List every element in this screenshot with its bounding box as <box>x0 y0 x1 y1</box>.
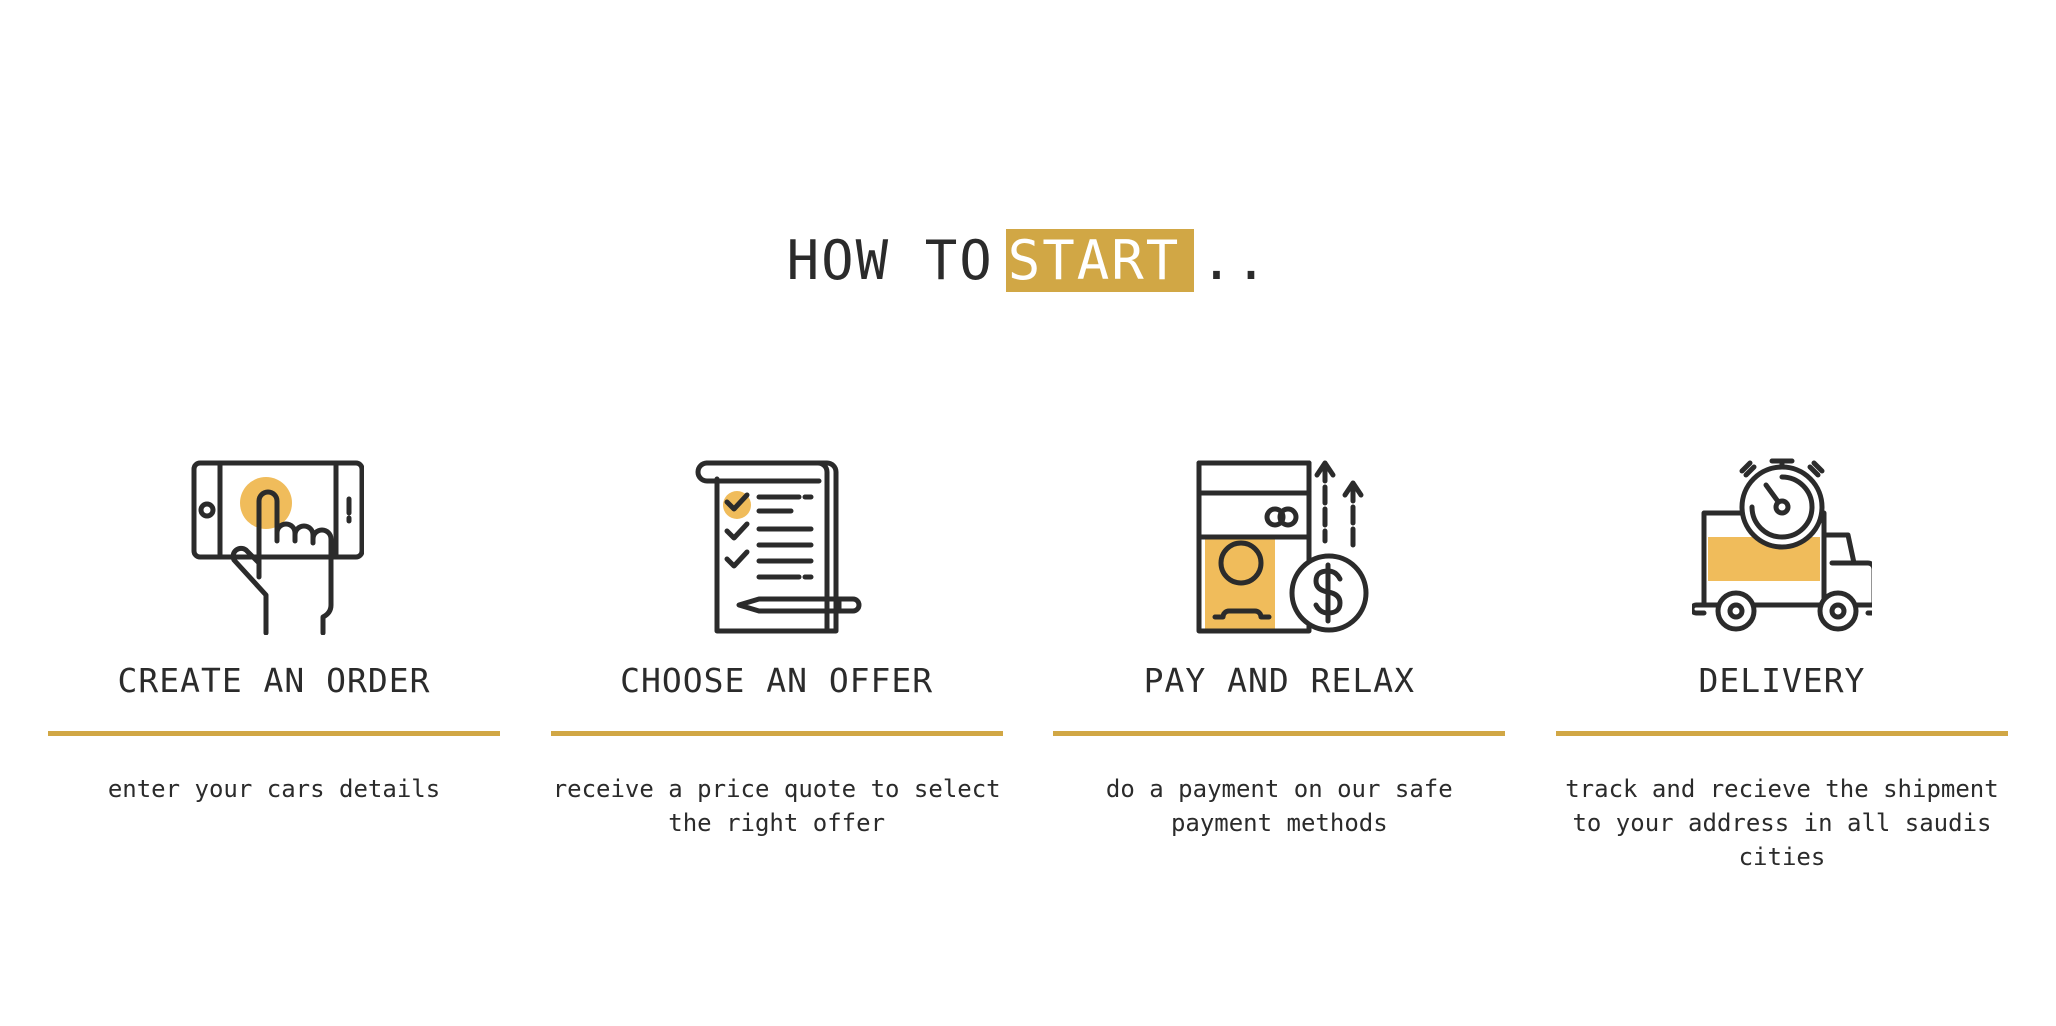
step-description: do a payment on our safe payment methods <box>1105 775 1453 837</box>
page-title: HOW TO START.. <box>0 224 2056 298</box>
step-title: PAY AND RELAX <box>1143 661 1415 700</box>
step-title: CREATE AN ORDER <box>117 661 431 700</box>
checklist-icon <box>695 460 862 634</box>
step-create-order: CREATE AN ORDER enter your cars details <box>48 455 500 874</box>
step-divider <box>1053 731 1506 736</box>
step-description: enter your cars details <box>107 775 441 803</box>
step-divider <box>1555 731 2008 736</box>
delivery-truck-icon <box>1691 458 1872 632</box>
payment-icon <box>1196 460 1369 634</box>
step-choose-offer: CHOOSE AN OFFER receive a price quote to… <box>550 455 1003 874</box>
step-divider <box>550 731 1003 736</box>
step-pay-relax: PAY AND RELAX do a payment on our safe p… <box>1053 455 1506 874</box>
page-title-prefix: HOW TO <box>786 229 994 292</box>
step-description: receive a price quote to select the righ… <box>552 775 1001 837</box>
steps-list: CREATE AN ORDER enter your cars details … <box>48 455 2008 874</box>
phone-tap-icon <box>191 460 364 635</box>
step-divider <box>48 731 500 736</box>
step-title: CHOOSE AN OFFER <box>620 661 934 700</box>
page-title-suffix: .. <box>1200 229 1270 292</box>
step-description: track and recieve the shipment to your a… <box>1565 775 1999 871</box>
step-title: DELIVERY <box>1698 661 1866 700</box>
step-delivery: DELIVERY track and recieve the shipment … <box>1555 455 2008 874</box>
page-title-highlight: START <box>1005 229 1195 292</box>
